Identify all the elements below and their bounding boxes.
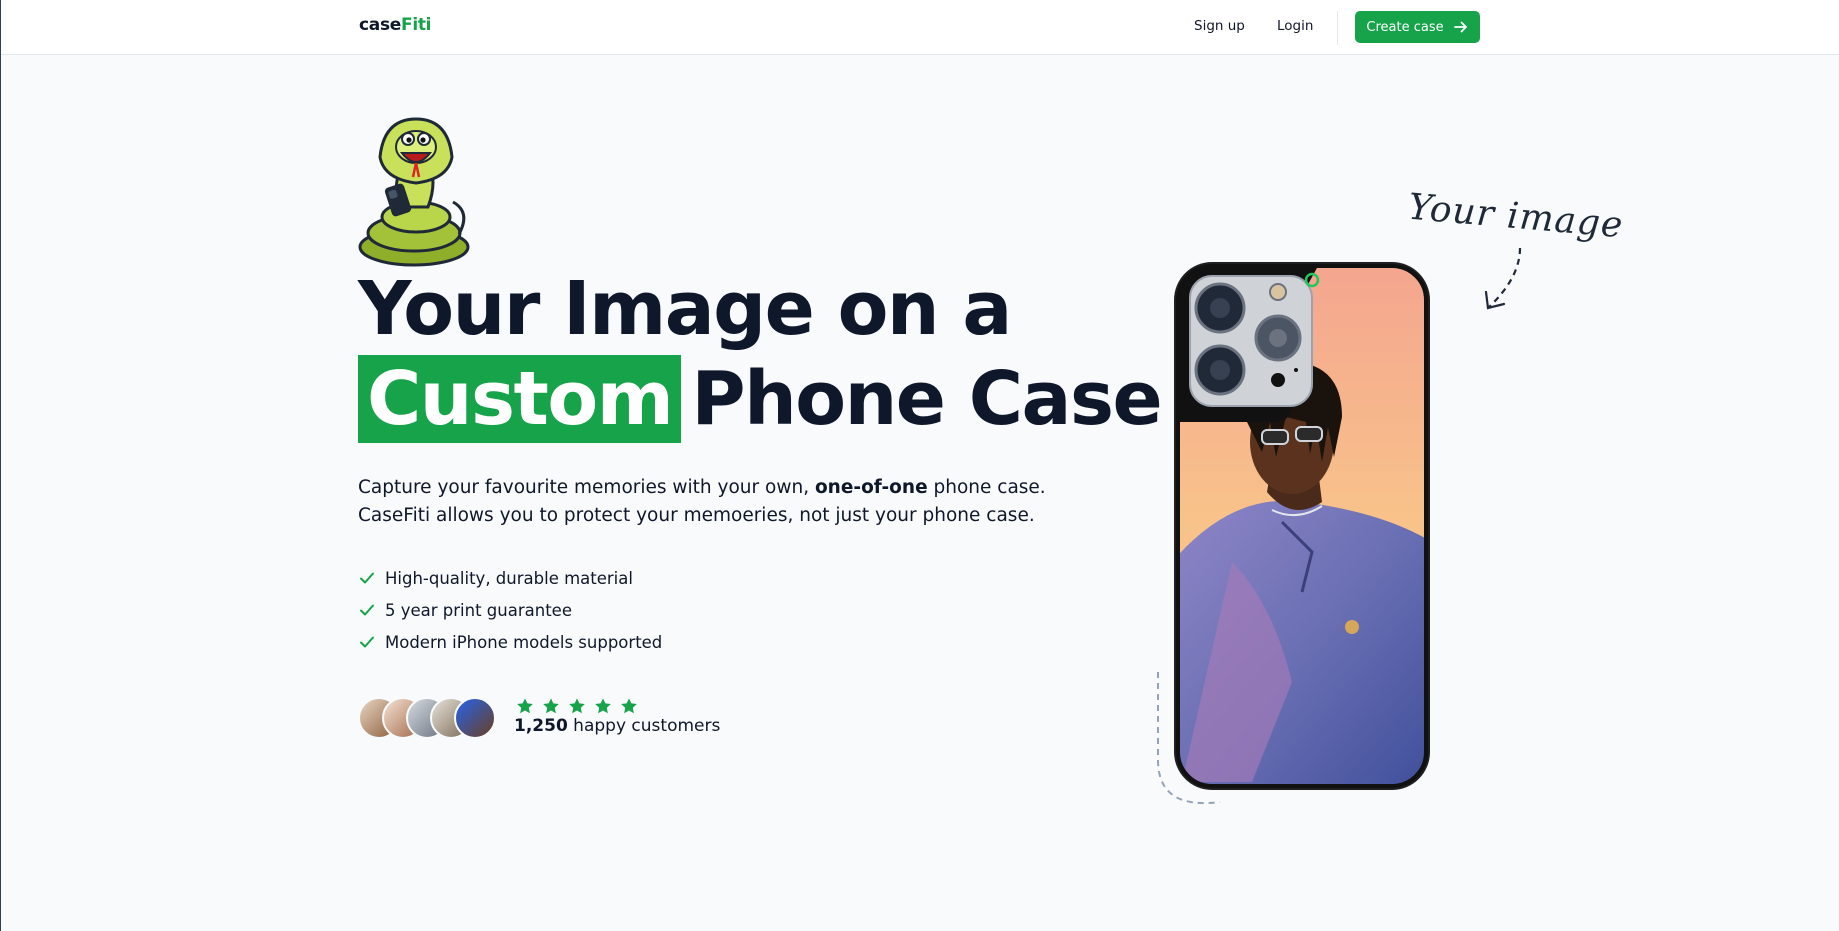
check-icon <box>360 636 374 648</box>
feature-item: 5 year print guarantee <box>358 594 662 626</box>
feature-label: High-quality, durable material <box>385 568 633 588</box>
desc-bold: one-of-one <box>814 477 928 498</box>
headline-highlight: Custom <box>358 355 682 443</box>
navbar: caseFiti Sign up Login Create case <box>1 0 1839 55</box>
phone-case-image <box>1174 262 1430 790</box>
star-icon <box>543 698 559 714</box>
feature-item: Modern iPhone models supported <box>358 626 662 658</box>
check-icon <box>360 604 374 616</box>
create-case-label: Create case <box>1366 19 1444 35</box>
login-link[interactable]: Login <box>1277 18 1313 34</box>
your-image-annotation: Your image <box>1406 186 1626 247</box>
snake-mascot-icon <box>358 117 470 267</box>
dashed-arrow-icon <box>1484 247 1522 310</box>
star-icon <box>569 698 585 714</box>
star-icon <box>621 698 637 714</box>
avatar <box>454 697 496 739</box>
desc-part1: Capture your favourite memories with you… <box>358 477 815 498</box>
brand-logo[interactable]: caseFiti <box>359 15 432 35</box>
customer-count-number: 1,250 <box>514 716 568 736</box>
headline-rest: Phone Case <box>691 356 1162 442</box>
feature-label: Modern iPhone models supported <box>385 632 663 652</box>
window-edge <box>0 0 1 931</box>
check-icon <box>360 572 374 584</box>
rating-stars <box>516 697 638 715</box>
desc-line2: CaseFiti allows you to protect your memo… <box>358 505 1035 526</box>
headline-line-2: Custom Phone Case <box>358 355 1163 443</box>
arrow-right-icon <box>1453 21 1467 33</box>
customer-avatars <box>358 697 498 739</box>
nav-divider <box>1337 11 1338 45</box>
feature-list: High-quality, durable material 5 year pr… <box>358 562 662 658</box>
star-icon <box>517 698 533 714</box>
feature-label: 5 year print guarantee <box>385 600 572 620</box>
customer-count-label: happy customers <box>567 716 721 736</box>
headline-line-1: Your Image on a <box>358 266 1012 352</box>
customer-count: 1,250 happy customers <box>514 716 720 736</box>
feature-item: High-quality, durable material <box>358 562 662 594</box>
desc-part2: phone case. <box>927 477 1046 498</box>
star-icon <box>595 698 611 714</box>
signup-link[interactable]: Sign up <box>1194 18 1245 34</box>
brand-name-part2: Fiti <box>401 15 432 35</box>
brand-name-part1: case <box>359 15 401 35</box>
create-case-button[interactable]: Create case <box>1355 11 1480 43</box>
hero-description: Capture your favourite memories with you… <box>358 474 1078 530</box>
